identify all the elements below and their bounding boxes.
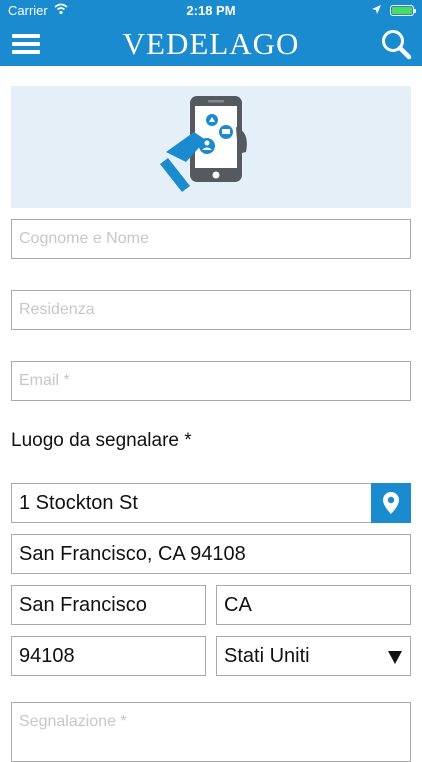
zip-value: 94108 <box>19 645 75 667</box>
country-select[interactable]: Stati Uniti <box>216 636 411 676</box>
full-address-value: San Francisco, CA 94108 <box>19 543 246 565</box>
city-value: San Francisco <box>19 594 147 616</box>
name-placeholder: Cognome e Nome <box>19 230 149 247</box>
status-bar: Carrier 2:18 PM <box>0 0 422 22</box>
email-placeholder: Email * <box>19 372 70 389</box>
city-input[interactable]: San Francisco <box>11 585 206 625</box>
clock: 2:18 PM <box>186 3 236 18</box>
state-input[interactable]: CA <box>216 585 411 625</box>
dropdown-arrow-icon <box>388 651 402 664</box>
nav-bar: VEDELAGO <box>0 22 422 66</box>
name-input[interactable]: Cognome e Nome <box>11 219 411 259</box>
street-value: 1 Stockton St <box>19 492 138 514</box>
full-address-input[interactable]: San Francisco, CA 94108 <box>11 534 411 574</box>
country-value: Stati Uniti <box>224 645 310 667</box>
location-arrow-icon <box>372 5 381 14</box>
app-title: VEDELAGO <box>122 26 300 61</box>
battery-icon <box>390 5 416 16</box>
location-label: Luogo da segnalare * <box>11 430 192 451</box>
residence-input[interactable]: Residenza <box>11 290 411 330</box>
state-value: CA <box>224 594 252 616</box>
phone-report-illustration <box>160 96 247 192</box>
residence-placeholder: Residenza <box>19 301 95 318</box>
banner <box>11 86 411 208</box>
map-pin-icon <box>383 492 399 514</box>
locate-button[interactable] <box>371 483 411 523</box>
zip-input[interactable]: 94108 <box>11 636 206 676</box>
street-input[interactable]: 1 Stockton St <box>11 483 372 523</box>
report-placeholder: Segnalazione * <box>19 713 127 730</box>
report-textarea[interactable]: Segnalazione * <box>11 702 411 762</box>
email-input[interactable]: Email * <box>11 361 411 401</box>
search-icon[interactable] <box>380 28 412 60</box>
